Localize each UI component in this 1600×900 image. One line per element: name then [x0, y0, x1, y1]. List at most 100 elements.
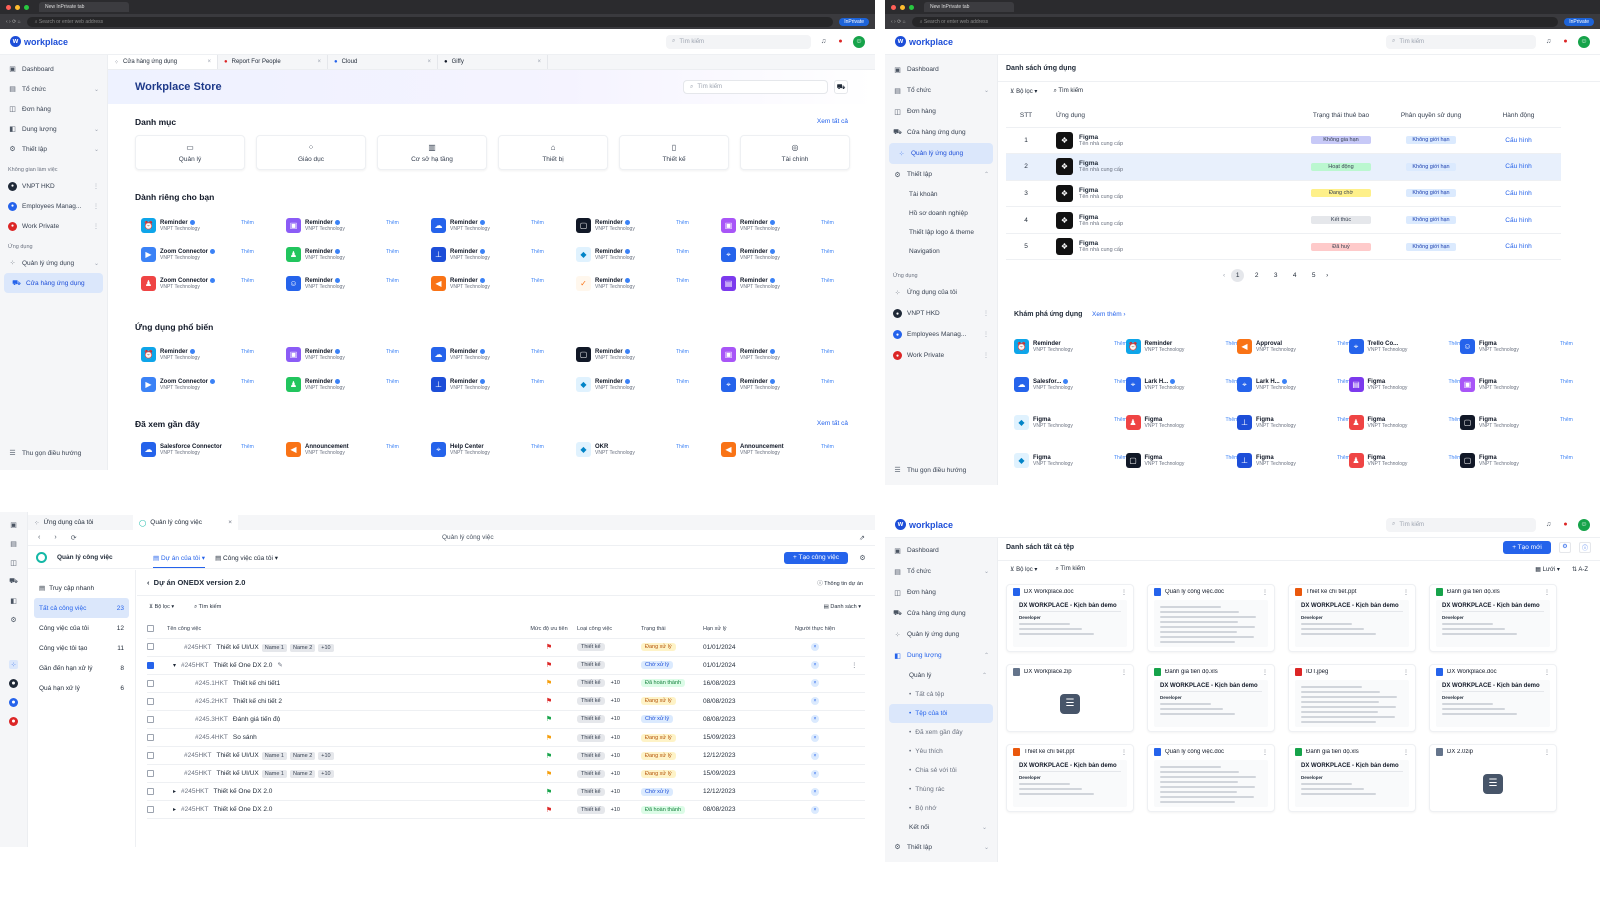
- prev-page-icon[interactable]: ‹: [1223, 272, 1225, 279]
- row-checkbox[interactable]: [147, 770, 154, 778]
- task-filter-cong-viec-toi-tao[interactable]: Công việc tôi tạo 11: [34, 638, 129, 658]
- for-you-app-tile[interactable]: ☺ Reminder VNPT Technology: [286, 276, 345, 291]
- avatar[interactable]: ×: [811, 697, 819, 706]
- explore-app-tile[interactable]: ⌖ Lark H... VNPT Technology: [1237, 377, 1296, 392]
- add-app-button[interactable]: Thêm: [676, 220, 689, 226]
- create-new-button[interactable]: + Tạo mới: [1503, 541, 1551, 554]
- sidebar-item-settings[interactable]: ⚙ Thiết lập ⌄: [885, 837, 997, 857]
- back-icon[interactable]: ‹: [38, 534, 40, 541]
- sidebar-item-quan-ly-ung-dung[interactable]: ⁘ Quản lý ứng dụng: [889, 143, 993, 164]
- notification-icon[interactable]: ●: [1561, 37, 1570, 46]
- file-card[interactable]: Quản lý công việc.doc ⋮: [1147, 744, 1275, 812]
- workspace-icon[interactable]: ●: [9, 679, 18, 688]
- inprivate-badge[interactable]: InPrivate: [1564, 17, 1594, 26]
- address-bar[interactable]: ⌕ Search or enter web address: [911, 16, 1559, 27]
- sidebar-connect[interactable]: Kết nối ⌄: [885, 818, 997, 837]
- file-filter-da-xem-gan-day[interactable]: • Đã xem gần đây: [885, 723, 997, 742]
- popular-app-tile[interactable]: ⊥ Reminder VNPT Technology: [431, 377, 490, 392]
- table-row[interactable]: #245.4HKT So sánh ⚑ Thiết kế +10 Đang xử lý 15…: [147, 728, 865, 747]
- avatar[interactable]: ×: [811, 679, 819, 688]
- more-icon[interactable]: ⋮: [1262, 589, 1268, 596]
- configure-link[interactable]: Cấu hình: [1476, 154, 1561, 181]
- file-filter-tep-cua-toi[interactable]: • Tệp của tôi: [889, 704, 993, 723]
- for-you-app-tile[interactable]: ▢ Reminder VNPT Technology: [576, 218, 635, 233]
- add-app-button[interactable]: Thêm: [241, 220, 254, 226]
- cart-icon[interactable]: ⛟: [834, 80, 848, 94]
- sidebar-item-dung-luong[interactable]: ◧ Dung lượng ⌄: [0, 119, 107, 139]
- workspace-item[interactable]: ● Work Private ⋮: [0, 216, 107, 236]
- category-co-so-ha-tang[interactable]: ▥ Cơ sở hạ tầng: [377, 135, 487, 170]
- settings-icon[interactable]: ⚙: [1559, 542, 1571, 553]
- external-link-icon[interactable]: ⇗: [859, 534, 865, 542]
- popular-app-tile[interactable]: ▣ Reminder VNPT Technology: [286, 347, 345, 362]
- more-icon[interactable]: ⋮: [983, 352, 989, 359]
- explore-app-tile[interactable]: ⏰ Reminder VNPT Technology: [1014, 339, 1073, 354]
- for-you-app-tile[interactable]: ▶ Zoom Connector VNPT Technology: [141, 247, 215, 262]
- more-icon[interactable]: ⋮: [983, 310, 989, 317]
- table-row[interactable]: 2 ❖ Figma Tên nhà cung cấp Hoạt động Không gi…: [1006, 153, 1561, 181]
- next-page-icon[interactable]: ›: [1326, 272, 1328, 279]
- browser-tab[interactable]: New InPrivate tab: [39, 2, 129, 12]
- close-icon[interactable]: ×: [317, 59, 321, 65]
- category-thiet-bi[interactable]: ⌂ Thiết bị: [498, 135, 608, 170]
- popular-app-tile[interactable]: ◆ Reminder VNPT Technology: [576, 377, 635, 392]
- more-icon[interactable]: ⋮: [93, 203, 99, 210]
- popular-app-tile[interactable]: ▣ Reminder VNPT Technology: [721, 347, 780, 362]
- task-filter-tat-ca-cong-viec[interactable]: Tất cả công việc 23: [34, 598, 129, 618]
- for-you-app-tile[interactable]: ▣ Reminder VNPT Technology: [286, 218, 345, 233]
- add-app-button[interactable]: Thêm: [531, 220, 544, 226]
- file-card[interactable]: IOT.jpeg ⋮: [1288, 664, 1416, 732]
- for-you-app-tile[interactable]: ⌖ Reminder VNPT Technology: [721, 247, 780, 262]
- sidebar-item-employees-manag[interactable]: ● Employees Manag... ⋮: [885, 324, 997, 345]
- add-app-button[interactable]: Thêm: [531, 349, 544, 355]
- avatar[interactable]: ×: [811, 751, 819, 760]
- category-giao-duc[interactable]: ⁘ Giáo dục: [256, 135, 366, 170]
- file-card[interactable]: DX 2.0zip ⋮ ☰: [1429, 744, 1557, 812]
- task-filter-gan-den-han-xu-ly[interactable]: Gần đến hạn xử lý 8: [34, 658, 129, 678]
- explore-app-tile[interactable]: ▢ Figma VNPT Technology: [1125, 453, 1184, 468]
- chevron-right-icon[interactable]: ▸: [173, 807, 176, 813]
- sidebar-item-dashboard[interactable]: ▣ Dashboard: [885, 540, 997, 561]
- explore-app-tile[interactable]: ☺ Figma VNPT Technology: [1460, 339, 1519, 354]
- popular-app-tile[interactable]: ♟ Reminder VNPT Technology: [286, 377, 345, 392]
- category-tai-chinh[interactable]: ◎ Tài chính: [740, 135, 850, 170]
- more-icon[interactable]: ⋮: [1262, 749, 1268, 756]
- add-app-button[interactable]: Thêm: [676, 278, 689, 284]
- tab-report-for-people[interactable]: ● Report For People ×: [218, 55, 328, 69]
- project-info-button[interactable]: ⓘ Thông tin dự án: [817, 579, 863, 587]
- gear-icon[interactable]: ⚙: [9, 615, 18, 624]
- settings-sub-tai-khoan[interactable]: Tài khoản: [885, 185, 997, 204]
- add-app-button[interactable]: Thêm: [241, 349, 254, 355]
- sidebar-item-cua-hang-ung-dung[interactable]: ⛟ Cửa hàng ứng dụng: [885, 122, 997, 143]
- more-icon[interactable]: ⋮: [1403, 749, 1409, 756]
- tab-my-tasks[interactable]: ▤ Công việc của tôi ▾: [215, 554, 278, 562]
- file-card[interactable]: Đánh giá tiến độ.xls ⋮ DX WORKPLACE - Kịch…: [1147, 664, 1275, 732]
- sidebar-item-thiet-lap[interactable]: ⚙ Thiết lập ⌃: [885, 164, 997, 185]
- explore-app-tile[interactable]: ♟ Figma VNPT Technology: [1348, 453, 1407, 468]
- add-app-button[interactable]: Thêm: [531, 379, 544, 385]
- configure-link[interactable]: Cấu hình: [1476, 207, 1561, 234]
- global-search[interactable]: ⌕ Tìm kiếm: [666, 34, 811, 49]
- sidebar-item-don-hang[interactable]: ◫ Đơn hàng: [885, 582, 997, 603]
- sidebar-item-thiet-lap[interactable]: ⚙ Thiết lập ⌄: [0, 139, 107, 159]
- address-bar[interactable]: ⌕ Search or enter web address: [26, 16, 834, 27]
- avatar[interactable]: ×: [811, 805, 819, 814]
- file-filter-tat-ca-tep[interactable]: • Tất cả tệp: [885, 685, 997, 704]
- table-row[interactable]: #245HKT Thiết kế UI/UX Name 1 Name 2 +10 ⚑ Thi…: [147, 638, 865, 657]
- categories-see-all[interactable]: Xem tất cả: [817, 118, 848, 125]
- popular-app-tile[interactable]: ⌖ Reminder VNPT Technology: [721, 377, 780, 392]
- add-app-button[interactable]: Thêm: [386, 444, 399, 450]
- create-task-button[interactable]: + Tạo công việc: [784, 551, 848, 564]
- file-card[interactable]: DX Workplace.doc ⋮ DX WORKPLACE - Kịch bản…: [1006, 584, 1134, 652]
- configure-link[interactable]: Cấu hình: [1476, 233, 1561, 260]
- workspace-item[interactable]: ● VNPT HKD ⋮: [0, 176, 107, 196]
- more-icon[interactable]: ⋮: [1544, 669, 1550, 676]
- row-checkbox[interactable]: [147, 788, 154, 796]
- workplace-logo[interactable]: w workplace: [895, 519, 953, 530]
- row-checkbox[interactable]: [147, 806, 154, 814]
- sidebar-item-dashboard[interactable]: ▣ Dashboard: [885, 59, 997, 80]
- for-you-app-tile[interactable]: ♟ Reminder VNPT Technology: [286, 247, 345, 262]
- tab-giffy[interactable]: ● Giffy ×: [438, 55, 548, 69]
- for-you-app-tile[interactable]: ⊥ Reminder VNPT Technology: [431, 247, 490, 262]
- org-icon[interactable]: ▤: [9, 539, 18, 548]
